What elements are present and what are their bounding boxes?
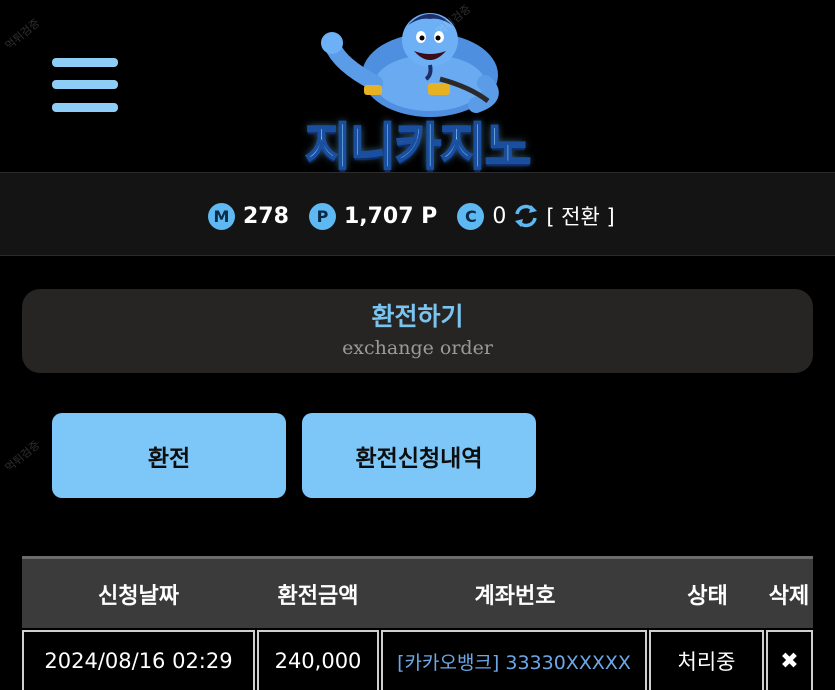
money-balance: 278 [243,203,289,229]
watermark-text: 먹튀검증 [2,16,43,53]
delete-icon[interactable]: ✖ [766,630,813,690]
logo-text: 지니카지노 [304,117,532,177]
cell-date: 2024/08/16 02:29 [22,630,255,690]
balance-row: M 278 P 1,707 P C 0 [ 전환 ] [208,201,615,231]
coin-icon: C [457,202,485,230]
column-header-date: 신청날짜 [98,583,179,609]
column-header-delete: 삭제 [768,583,810,609]
section-title-panel: 환전하기 exchange order [22,289,813,373]
convert-button[interactable]: [ 전환 ] [546,201,614,231]
header: 지니카지노 먹튀검증 먹튀검증 [0,0,835,177]
hamburger-menu-icon[interactable] [52,58,118,116]
money-icon: M [208,202,235,230]
column-header-account: 계좌번호 [474,583,556,609]
refresh-icon[interactable] [512,202,540,230]
cell-amount: 240,000 [257,630,379,690]
balance-bar: M 278 P 1,707 P C 0 [ 전환 ] [0,172,835,256]
watermark-text: 먹튀검증 [2,438,43,475]
page-subtitle: exchange order [342,337,493,359]
cell-status: 처리중 [649,630,764,690]
table-header: 신청날짜 환전금액 계좌번호 상태 삭제 [22,556,813,628]
tab-exchange[interactable]: 환전 [52,413,286,498]
column-header-status: 상태 [687,583,728,609]
column-header-amount: 환전금액 [277,583,359,609]
coin-balance: 0 [492,203,507,229]
point-icon: P [308,202,336,230]
page-title: 환전하기 [371,302,464,331]
point-balance: 1,707 P [343,203,438,229]
tab-exchange-history[interactable]: 환전신청내역 [302,413,536,498]
site-logo[interactable]: 지니카지노 [280,5,555,177]
table-row: 2024/08/16 02:29 240,000 [카카오뱅크] 33330XX… [22,628,813,690]
cell-account: [카카오뱅크] 33330XXXXX [381,630,647,690]
